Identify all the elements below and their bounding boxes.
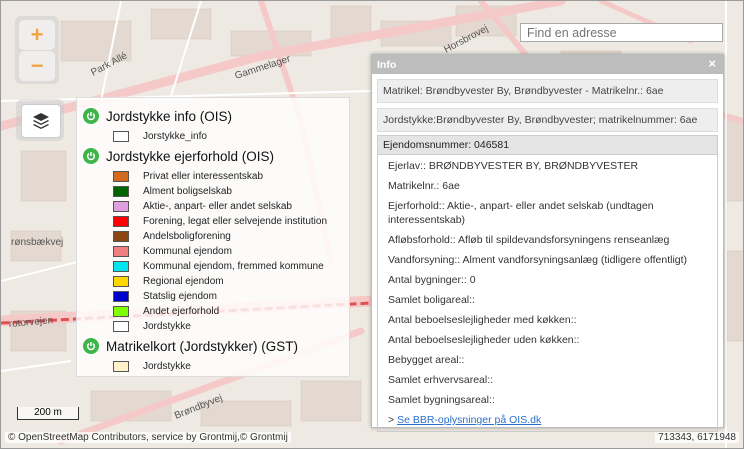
property-details: Ejendomsnummer: 046581 Ejerlav:: BRØNDBY…	[377, 135, 718, 432]
legend-item-label: Regional ejendom	[143, 275, 224, 287]
legend-swatch	[113, 290, 129, 302]
legend-item: Statslig ejendom	[113, 289, 217, 303]
jordstykke-result[interactable]: Jordstykke:Brøndbyvester By, Brøndbyvest…	[377, 108, 718, 132]
legend-item: Privat eller interessentskab	[113, 169, 263, 183]
legend-item: Jorstykke_info	[113, 129, 207, 143]
info-panel: Info × Matrikel: Brøndbyvester By, Brønd…	[371, 54, 724, 432]
legend-swatch	[113, 215, 129, 227]
legend-item-label: Jordstykke	[143, 320, 191, 332]
property-field: Afløbsforhold:: Afløb til spildevandsfor…	[388, 234, 670, 246]
power-toggle-icon[interactable]	[83, 108, 99, 124]
property-field: Antal bygninger:: 0	[388, 274, 476, 286]
legend-item: Jordstykke	[113, 359, 191, 373]
coordinate-readout: 713343, 6171948	[655, 432, 739, 443]
property-field: Antal beboelseslejligheder uden køkken::	[388, 334, 580, 346]
close-icon[interactable]: ×	[708, 56, 716, 71]
legend-swatch	[113, 320, 129, 332]
legend-item: Alment boligselskab	[113, 184, 232, 198]
legend-item-label: Jordstykke	[143, 360, 191, 372]
legend-swatch	[113, 305, 129, 317]
property-field: Ejerforhold:: Aktie-, anpart- eller ande…	[388, 200, 654, 226]
address-search-input[interactable]	[520, 23, 723, 42]
property-fields: Ejerlav:: BRØNDBYVESTER BY, BRØNDBYVESTE…	[378, 159, 717, 407]
legend-item-label: Kommunal ejendom	[143, 245, 232, 257]
property-field: Antal beboelseslejligheder med køkken::	[388, 314, 577, 326]
legend-group-title: Jordstykke info (OIS)	[106, 108, 233, 124]
legend-item-label: Alment boligselskab	[143, 185, 232, 197]
zoom-out-button[interactable]: −	[19, 51, 55, 81]
legend-item: Kommunal ejendom, fremmed kommune	[113, 259, 324, 273]
link-prefix: >	[388, 414, 395, 426]
legend-group: Jordstykke info (OIS)	[83, 108, 232, 124]
legend-swatch	[113, 185, 129, 197]
legend-swatch	[113, 130, 129, 142]
legend-item-label: Privat eller interessentskab	[143, 170, 264, 182]
bbr-link[interactable]: Se BBR-oplysninger på OIS.dk	[397, 414, 541, 426]
legend-swatch	[113, 170, 129, 182]
power-toggle-icon[interactable]	[83, 338, 99, 354]
legend-item: Kommunal ejendom	[113, 244, 232, 258]
map-attribution: © OpenStreetMap Contributors, service by…	[5, 432, 291, 443]
property-field: Bebygget areal::	[388, 354, 465, 366]
legend-swatch	[113, 260, 129, 272]
legend-item: Andelsboligforening	[113, 229, 231, 243]
property-field: Vandforsyning:: Alment vandforsyningsanl…	[388, 254, 688, 266]
property-field: Samlet erhvervsareal::	[388, 374, 494, 386]
legend-item-label: Andet ejerforhold	[143, 305, 220, 317]
legend-item-label: Statslig ejendom	[143, 290, 217, 302]
property-field: Samlet bygningsareal::	[388, 394, 495, 406]
property-field: Samlet boligareal::	[388, 294, 475, 306]
scale-bar: 200 m	[17, 407, 79, 420]
legend-group-title: Jordstykke ejerforhold (OIS)	[106, 148, 275, 164]
power-toggle-icon[interactable]	[83, 148, 99, 164]
app-frame: Park Allé Gammelager Horsbrovej rønsbækv…	[0, 0, 744, 449]
street-label: rønsbækvej	[11, 237, 63, 248]
legend-swatch	[113, 275, 129, 287]
legend-swatch	[113, 245, 129, 257]
legend-swatch	[113, 360, 129, 372]
legend-item-label: Kommunal ejendom, fremmed kommune	[143, 260, 324, 272]
legend-item: Regional ejendom	[113, 274, 224, 288]
layers-icon	[33, 113, 49, 129]
legend-group: Jordstykke ejerforhold (OIS)	[83, 148, 274, 164]
property-field: Matrikelnr.: 6ae	[388, 180, 460, 192]
matrikel-result[interactable]: Matrikel: Brøndbyvester By, Brøndbyveste…	[377, 79, 718, 103]
legend-swatch	[113, 200, 129, 212]
legend-item-label: Forening, legat eller selvejende institu…	[143, 215, 327, 227]
legend-item: Aktie-, anpart- eller andet selskab	[113, 199, 292, 213]
legend-item: Jordstykke	[113, 319, 191, 333]
legend-item-label: Aktie-, anpart- eller andet selskab	[143, 200, 292, 212]
legend-item: Andet ejerforhold	[113, 304, 219, 318]
layer-legend: Jordstykke info (OIS) Jorstykke_info Jords…	[76, 97, 350, 377]
property-number-header[interactable]: Ejendomsnummer: 046581	[378, 136, 717, 155]
info-title: Info	[377, 58, 397, 71]
property-field: Ejerlav:: BRØNDBYVESTER BY, BRØNDBYVESTE…	[388, 160, 639, 172]
legend-group: Matrikelkort (Jordstykker) (GST)	[83, 338, 298, 354]
legend-swatch	[113, 230, 129, 242]
legend-group-title: Matrikelkort (Jordstykker) (GST)	[106, 338, 299, 354]
legend-item: Forening, legat eller selvejende institu…	[113, 214, 327, 228]
layers-button[interactable]	[21, 104, 61, 138]
bbr-link-row: > Se BBR-oplysninger på OIS.dk	[378, 413, 717, 427]
info-header: Info ×	[372, 55, 723, 74]
legend-item-label: Andelsboligforening	[143, 230, 231, 242]
legend-item-label: Jorstykke_info	[143, 130, 207, 142]
zoom-in-button[interactable]: +	[19, 20, 55, 50]
